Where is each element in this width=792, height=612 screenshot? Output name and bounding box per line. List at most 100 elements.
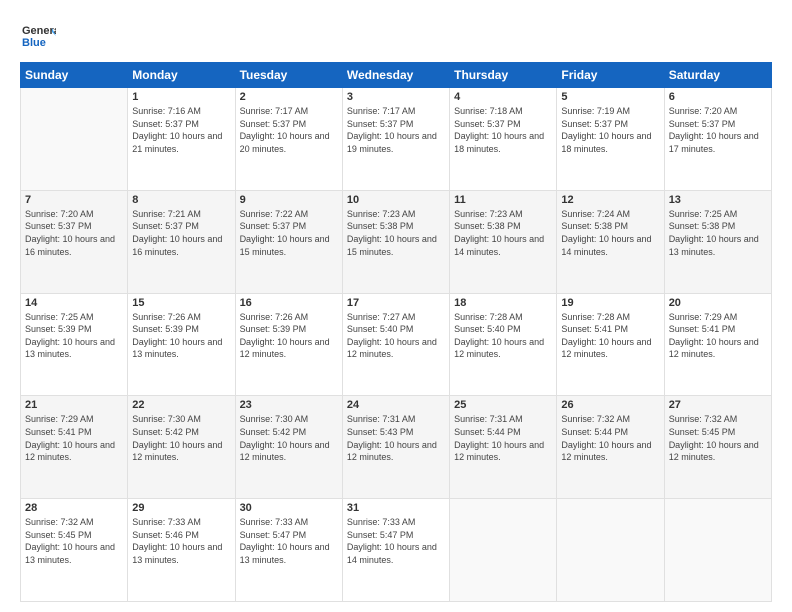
day-number: 30 <box>240 502 338 514</box>
day-number: 29 <box>132 502 230 514</box>
calendar-cell <box>450 499 557 602</box>
day-number: 2 <box>240 91 338 103</box>
day-number: 8 <box>132 194 230 206</box>
day-info: Sunrise: 7:28 AM Sunset: 5:41 PM Dayligh… <box>561 311 659 361</box>
week-row-3: 14Sunrise: 7:25 AM Sunset: 5:39 PM Dayli… <box>21 293 772 396</box>
day-number: 11 <box>454 194 552 206</box>
day-info: Sunrise: 7:31 AM Sunset: 5:43 PM Dayligh… <box>347 413 445 463</box>
day-info: Sunrise: 7:30 AM Sunset: 5:42 PM Dayligh… <box>132 413 230 463</box>
page: General Blue SundayMondayTuesdayWednesda… <box>0 0 792 612</box>
day-info: Sunrise: 7:20 AM Sunset: 5:37 PM Dayligh… <box>25 208 123 258</box>
calendar-cell: 13Sunrise: 7:25 AM Sunset: 5:38 PM Dayli… <box>664 190 771 293</box>
calendar-cell: 29 Sunrise: 7:33 AM Sunset: 5:46 PM Dayli… <box>128 499 235 602</box>
day-info: Sunrise: 7:27 AM Sunset: 5:40 PM Dayligh… <box>347 311 445 361</box>
calendar-cell: 15Sunrise: 7:26 AM Sunset: 5:39 PM Dayli… <box>128 293 235 396</box>
day-info: Sunrise: 7:24 AM Sunset: 5:38 PM Dayligh… <box>561 208 659 258</box>
header: General Blue <box>20 18 772 54</box>
day-number: 3 <box>347 91 445 103</box>
day-number: 23 <box>240 399 338 411</box>
calendar-cell: 24 Sunrise: 7:31 AM Sunset: 5:43 PM Dayli… <box>342 396 449 499</box>
day-info: Sunrise: 7:21 AM Sunset: 5:37 PM Dayligh… <box>132 208 230 258</box>
day-number: 6 <box>669 91 767 103</box>
day-info: Sunrise: 7:26 AM Sunset: 5:39 PM Dayligh… <box>132 311 230 361</box>
day-number: 10 <box>347 194 445 206</box>
calendar-cell: 1 Sunrise: 7:16 AM Sunset: 5:37 PM Daylig… <box>128 88 235 191</box>
day-info: Sunrise: 7:16 AM Sunset: 5:37 PM Dayligh… <box>132 105 230 155</box>
calendar-cell: 27 Sunrise: 7:32 AM Sunset: 5:45 PM Dayli… <box>664 396 771 499</box>
calendar-cell: 26Sunrise: 7:32 AM Sunset: 5:44 PM Dayli… <box>557 396 664 499</box>
day-info: Sunrise: 7:22 AM Sunset: 5:37 PM Dayligh… <box>240 208 338 258</box>
header-sunday: Sunday <box>21 63 128 88</box>
day-number: 27 <box>669 399 767 411</box>
day-number: 18 <box>454 297 552 309</box>
day-number: 21 <box>25 399 123 411</box>
calendar-cell: 9 Sunrise: 7:22 AM Sunset: 5:37 PM Daylig… <box>235 190 342 293</box>
header-thursday: Thursday <box>450 63 557 88</box>
day-info: Sunrise: 7:19 AM Sunset: 5:37 PM Dayligh… <box>561 105 659 155</box>
header-friday: Friday <box>557 63 664 88</box>
day-number: 16 <box>240 297 338 309</box>
calendar-cell: 21Sunrise: 7:29 AM Sunset: 5:41 PM Dayli… <box>21 396 128 499</box>
day-info: Sunrise: 7:18 AM Sunset: 5:37 PM Dayligh… <box>454 105 552 155</box>
calendar-cell: 16Sunrise: 7:26 AM Sunset: 5:39 PM Dayli… <box>235 293 342 396</box>
day-number: 28 <box>25 502 123 514</box>
day-number: 24 <box>347 399 445 411</box>
week-row-2: 7 Sunrise: 7:20 AM Sunset: 5:37 PM Daylig… <box>21 190 772 293</box>
header-tuesday: Tuesday <box>235 63 342 88</box>
calendar-cell: 2 Sunrise: 7:17 AM Sunset: 5:37 PM Daylig… <box>235 88 342 191</box>
day-number: 5 <box>561 91 659 103</box>
header-monday: Monday <box>128 63 235 88</box>
calendar-cell: 12 Sunrise: 7:24 AM Sunset: 5:38 PM Dayli… <box>557 190 664 293</box>
calendar-cell: 28 Sunrise: 7:32 AM Sunset: 5:45 PM Dayli… <box>21 499 128 602</box>
svg-text:Blue: Blue <box>22 37 46 49</box>
day-info: Sunrise: 7:17 AM Sunset: 5:37 PM Dayligh… <box>240 105 338 155</box>
day-info: Sunrise: 7:17 AM Sunset: 5:37 PM Dayligh… <box>347 105 445 155</box>
week-row-4: 21Sunrise: 7:29 AM Sunset: 5:41 PM Dayli… <box>21 396 772 499</box>
calendar-cell: 5 Sunrise: 7:19 AM Sunset: 5:37 PM Daylig… <box>557 88 664 191</box>
calendar-cell: 11 Sunrise: 7:23 AM Sunset: 5:38 PM Dayli… <box>450 190 557 293</box>
week-row-1: 1 Sunrise: 7:16 AM Sunset: 5:37 PM Daylig… <box>21 88 772 191</box>
day-info: Sunrise: 7:23 AM Sunset: 5:38 PM Dayligh… <box>454 208 552 258</box>
calendar-table: SundayMondayTuesdayWednesdayThursdayFrid… <box>20 62 772 602</box>
calendar-cell <box>21 88 128 191</box>
calendar-cell: 30 Sunrise: 7:33 AM Sunset: 5:47 PM Dayli… <box>235 499 342 602</box>
day-info: Sunrise: 7:32 AM Sunset: 5:44 PM Dayligh… <box>561 413 659 463</box>
week-row-5: 28 Sunrise: 7:32 AM Sunset: 5:45 PM Dayli… <box>21 499 772 602</box>
calendar-header-row: SundayMondayTuesdayWednesdayThursdayFrid… <box>21 63 772 88</box>
day-number: 1 <box>132 91 230 103</box>
header-saturday: Saturday <box>664 63 771 88</box>
day-info: Sunrise: 7:25 AM Sunset: 5:38 PM Dayligh… <box>669 208 767 258</box>
day-info: Sunrise: 7:33 AM Sunset: 5:46 PM Dayligh… <box>132 516 230 566</box>
calendar-cell: 31Sunrise: 7:33 AM Sunset: 5:47 PM Dayli… <box>342 499 449 602</box>
day-number: 19 <box>561 297 659 309</box>
calendar-cell: 8 Sunrise: 7:21 AM Sunset: 5:37 PM Daylig… <box>128 190 235 293</box>
header-wednesday: Wednesday <box>342 63 449 88</box>
day-number: 17 <box>347 297 445 309</box>
calendar-cell: 4Sunrise: 7:18 AM Sunset: 5:37 PM Daylig… <box>450 88 557 191</box>
calendar-cell: 17 Sunrise: 7:27 AM Sunset: 5:40 PM Dayli… <box>342 293 449 396</box>
day-info: Sunrise: 7:30 AM Sunset: 5:42 PM Dayligh… <box>240 413 338 463</box>
calendar-cell: 7 Sunrise: 7:20 AM Sunset: 5:37 PM Daylig… <box>21 190 128 293</box>
logo: General Blue <box>20 18 56 54</box>
day-info: Sunrise: 7:33 AM Sunset: 5:47 PM Dayligh… <box>347 516 445 566</box>
day-number: 14 <box>25 297 123 309</box>
calendar-cell: 20 Sunrise: 7:29 AM Sunset: 5:41 PM Dayli… <box>664 293 771 396</box>
calendar-cell: 10 Sunrise: 7:23 AM Sunset: 5:38 PM Dayli… <box>342 190 449 293</box>
day-number: 20 <box>669 297 767 309</box>
day-info: Sunrise: 7:20 AM Sunset: 5:37 PM Dayligh… <box>669 105 767 155</box>
svg-text:General: General <box>22 25 56 37</box>
day-number: 12 <box>561 194 659 206</box>
day-info: Sunrise: 7:32 AM Sunset: 5:45 PM Dayligh… <box>25 516 123 566</box>
day-number: 9 <box>240 194 338 206</box>
day-number: 7 <box>25 194 123 206</box>
calendar-cell: 18Sunrise: 7:28 AM Sunset: 5:40 PM Dayli… <box>450 293 557 396</box>
day-number: 25 <box>454 399 552 411</box>
day-info: Sunrise: 7:33 AM Sunset: 5:47 PM Dayligh… <box>240 516 338 566</box>
calendar-cell: 14Sunrise: 7:25 AM Sunset: 5:39 PM Dayli… <box>21 293 128 396</box>
calendar-cell: 6 Sunrise: 7:20 AM Sunset: 5:37 PM Daylig… <box>664 88 771 191</box>
day-info: Sunrise: 7:32 AM Sunset: 5:45 PM Dayligh… <box>669 413 767 463</box>
calendar-cell <box>664 499 771 602</box>
day-info: Sunrise: 7:23 AM Sunset: 5:38 PM Dayligh… <box>347 208 445 258</box>
day-info: Sunrise: 7:29 AM Sunset: 5:41 PM Dayligh… <box>669 311 767 361</box>
calendar-cell: 22Sunrise: 7:30 AM Sunset: 5:42 PM Dayli… <box>128 396 235 499</box>
